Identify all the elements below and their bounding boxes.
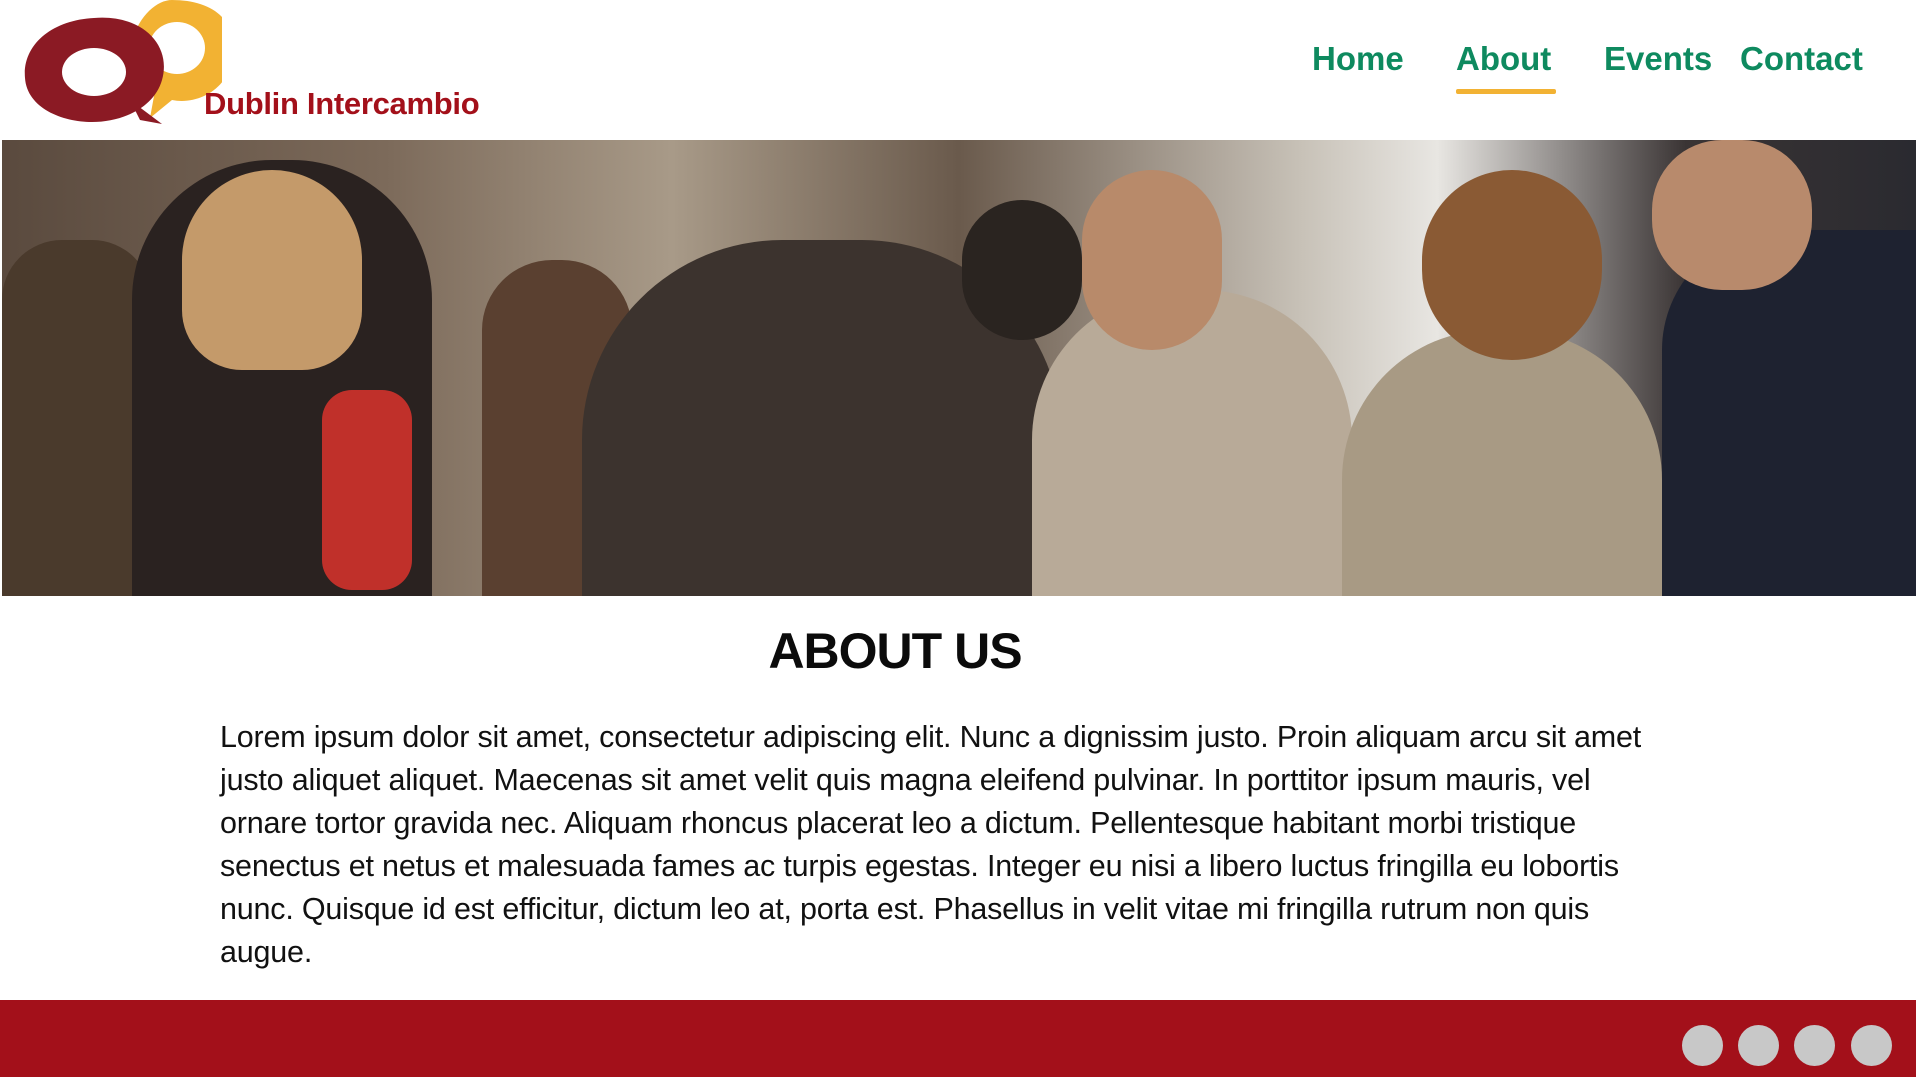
hero-figure: [182, 170, 362, 370]
nav-about-link[interactable]: About: [1456, 40, 1551, 78]
nav-events-link[interactable]: Events: [1604, 40, 1712, 78]
social-icon-3[interactable]: [1794, 1025, 1835, 1066]
logo-speech-bubbles-icon: [24, 0, 222, 124]
nav-home-link[interactable]: Home: [1312, 40, 1404, 78]
nav-contact-link[interactable]: Contact: [1740, 40, 1863, 78]
about-paragraph: Lorem ipsum dolor sit amet, consectetur …: [220, 720, 1641, 969]
hero-figure: [322, 390, 412, 590]
hero-figure: [962, 200, 1082, 340]
hero-figure: [1422, 170, 1602, 360]
active-nav-underline: [1456, 89, 1556, 94]
hero-figure: [1082, 170, 1222, 350]
hero-figure: [2, 240, 152, 596]
hero-figure: [1652, 140, 1812, 290]
hero-image: [2, 140, 1916, 596]
logo[interactable]: Dublin Intercambio: [22, 0, 502, 130]
hero-figure: [1342, 330, 1662, 596]
social-icon-1[interactable]: [1682, 1025, 1723, 1066]
social-icon-4[interactable]: [1851, 1025, 1892, 1066]
site-header: Dublin Intercambio Home About Events Con…: [0, 0, 1916, 140]
page-title: ABOUT US: [768, 623, 1022, 679]
social-icon-2[interactable]: [1738, 1025, 1779, 1066]
site-footer: [0, 1000, 1916, 1077]
brand-name: Dublin Intercambio: [204, 86, 480, 121]
